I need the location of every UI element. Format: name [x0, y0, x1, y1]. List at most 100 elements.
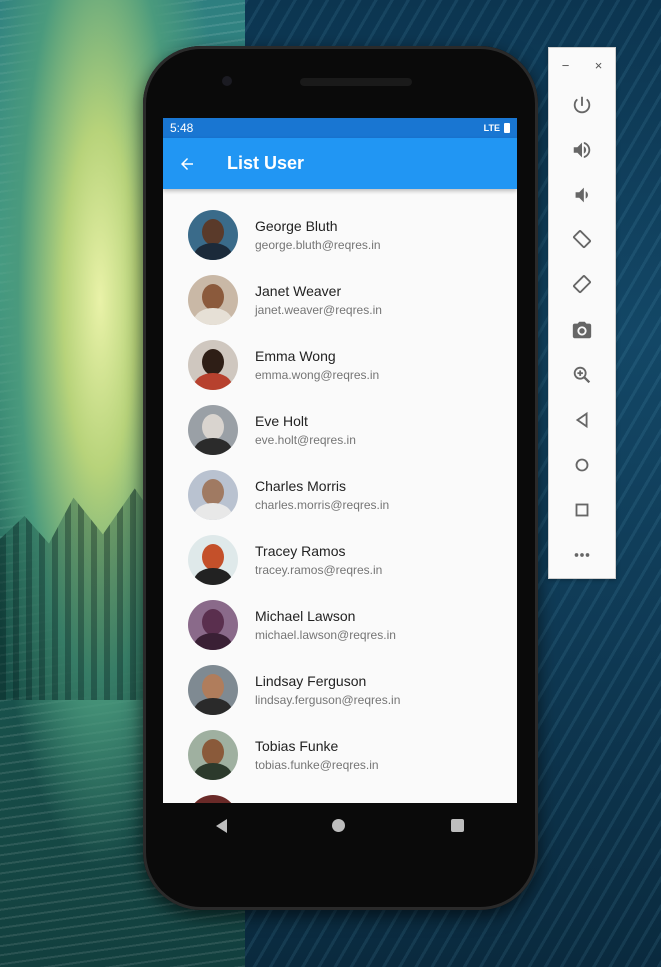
- user-text: Tobias Funke tobias.funke@reqres.in: [255, 737, 379, 773]
- avatar: [188, 729, 238, 780]
- user-text: Michael Lawson michael.lawson@reqres.in: [255, 607, 396, 643]
- avatar-head: [202, 218, 224, 245]
- user-name: Janet Weaver: [255, 282, 342, 299]
- minimize-button[interactable]: −: [562, 58, 570, 73]
- list-item[interactable]: Lindsay Ferguson lindsay.ferguson@reqres.…: [163, 657, 517, 722]
- avatar-body: [194, 242, 232, 260]
- avatar-head: [202, 738, 224, 765]
- page-title: List User: [227, 153, 305, 173]
- avatar-body: [194, 762, 232, 780]
- more-button[interactable]: [549, 532, 615, 577]
- close-button[interactable]: ×: [595, 58, 603, 73]
- phone-screen: 5:48 LTE List User George Bluth george.bl…: [163, 118, 517, 803]
- rotate-right-button[interactable]: [549, 262, 615, 307]
- user-name: Michael Lawson: [255, 607, 356, 624]
- avatar-head: [202, 608, 224, 635]
- user-list[interactable]: George Bluth george.bluth@reqres.in Janet …: [163, 189, 517, 803]
- avatar-head: [202, 413, 224, 440]
- rotate-left-button[interactable]: [549, 217, 615, 262]
- user-name: Lindsay Ferguson: [255, 672, 367, 689]
- back-icon: [575, 411, 588, 428]
- user-email: emma.wong@reqres.in: [255, 367, 380, 382]
- volume-up-button[interactable]: [549, 127, 615, 172]
- avatar-head: [202, 673, 224, 700]
- avatar-body: [194, 372, 232, 390]
- list-item[interactable]: Emma Wong emma.wong@reqres.in: [163, 332, 517, 397]
- list-item[interactable]: Byron Fieldsbyron.fields@reqres.in: [163, 787, 517, 803]
- battery-icon: [504, 123, 510, 133]
- user-name: Charles Morris: [255, 477, 347, 494]
- avatar-body: [194, 697, 232, 715]
- power-icon: [573, 96, 591, 113]
- volume-down-icon: [575, 187, 588, 202]
- power-button[interactable]: [549, 82, 615, 127]
- avatar: [188, 534, 238, 585]
- rotate-left-icon: [573, 229, 591, 248]
- user-text: Lindsay Ferguson lindsay.ferguson@reqres.…: [255, 672, 400, 708]
- avatar-body: [194, 502, 232, 520]
- camera-icon: [572, 321, 592, 338]
- app-bar: List User: [163, 138, 517, 189]
- nav-back-icon[interactable]: [215, 818, 227, 833]
- android-nav-bar: [163, 803, 517, 848]
- arrow-back-icon: [181, 157, 193, 170]
- list-item[interactable]: Tracey Ramos tracey.ramos@reqres.in: [163, 527, 517, 592]
- volume-down-button[interactable]: [549, 172, 615, 217]
- user-email: eve.holt@reqres.in: [255, 432, 356, 447]
- user-text: George Bluth george.bluth@reqres.in: [255, 217, 381, 253]
- emulator-home-button[interactable]: [549, 442, 615, 487]
- user-name: Eve Holt: [255, 412, 308, 429]
- user-name: George Bluth: [255, 217, 338, 234]
- network-label: LTE: [483, 123, 500, 133]
- list-item[interactable]: George Bluth george.bluth@reqres.in: [163, 202, 517, 267]
- avatar-head: [202, 348, 224, 375]
- avatar: [188, 339, 238, 390]
- emulator-toolbar: − ×: [548, 47, 616, 579]
- user-email: tobias.funke@reqres.in: [255, 757, 379, 772]
- screenshot-button[interactable]: [549, 307, 615, 352]
- emulator-overview-button[interactable]: [549, 487, 615, 532]
- back-button[interactable]: [163, 138, 211, 189]
- status-bar: 5:48 LTE: [163, 118, 517, 138]
- user-text: Eve Holt eve.holt@reqres.in: [255, 412, 356, 448]
- nav-recents-icon[interactable]: [451, 819, 465, 832]
- nav-home-icon[interactable]: [332, 819, 346, 832]
- zoom-button[interactable]: [549, 352, 615, 397]
- user-email: tracey.ramos@reqres.in: [255, 562, 383, 577]
- user-email: charles.morris@reqres.in: [255, 497, 390, 512]
- avatar-head: [202, 478, 224, 505]
- list-item[interactable]: Janet Weaver janet.weaver@reqres.in: [163, 267, 517, 332]
- user-text: Janet Weaver janet.weaver@reqres.in: [255, 282, 382, 318]
- user-email: janet.weaver@reqres.in: [255, 302, 382, 317]
- more-icon: [574, 552, 590, 557]
- avatar-body: [194, 567, 232, 585]
- front-camera: [222, 76, 232, 86]
- avatar-body: [194, 632, 232, 650]
- avatar: [188, 404, 238, 455]
- phone-frame: 5:48 LTE List User George Bluth george.bl…: [143, 46, 538, 910]
- overview-icon: [575, 503, 589, 516]
- status-time: 5:48: [170, 121, 194, 135]
- emulator-back-button[interactable]: [549, 397, 615, 442]
- user-email: lindsay.ferguson@reqres.in: [255, 692, 401, 707]
- avatar-body: [194, 307, 232, 325]
- avatar: [188, 664, 238, 715]
- avatar: [188, 599, 238, 650]
- home-icon: [575, 458, 589, 471]
- user-text: Emma Wong emma.wong@reqres.in: [255, 347, 379, 383]
- user-text: Charles Morris charles.morris@reqres.in: [255, 477, 389, 513]
- list-item[interactable]: Eve Holt eve.holt@reqres.in: [163, 397, 517, 462]
- avatar-head: [202, 543, 224, 570]
- avatar: [188, 209, 238, 260]
- list-item[interactable]: Michael Lawson michael.lawson@reqres.in: [163, 592, 517, 657]
- user-name: Emma Wong: [255, 347, 336, 364]
- avatar-head: [202, 283, 224, 310]
- volume-up-icon: [573, 141, 591, 158]
- rotate-right-icon: [573, 274, 591, 293]
- earpiece-speaker: [300, 78, 412, 86]
- user-text: Tracey Ramos tracey.ramos@reqres.in: [255, 542, 382, 578]
- zoom-icon: [573, 366, 591, 383]
- list-item[interactable]: Tobias Funke tobias.funke@reqres.in: [163, 722, 517, 787]
- avatar-body: [194, 437, 232, 455]
- list-item[interactable]: Charles Morris charles.morris@reqres.in: [163, 462, 517, 527]
